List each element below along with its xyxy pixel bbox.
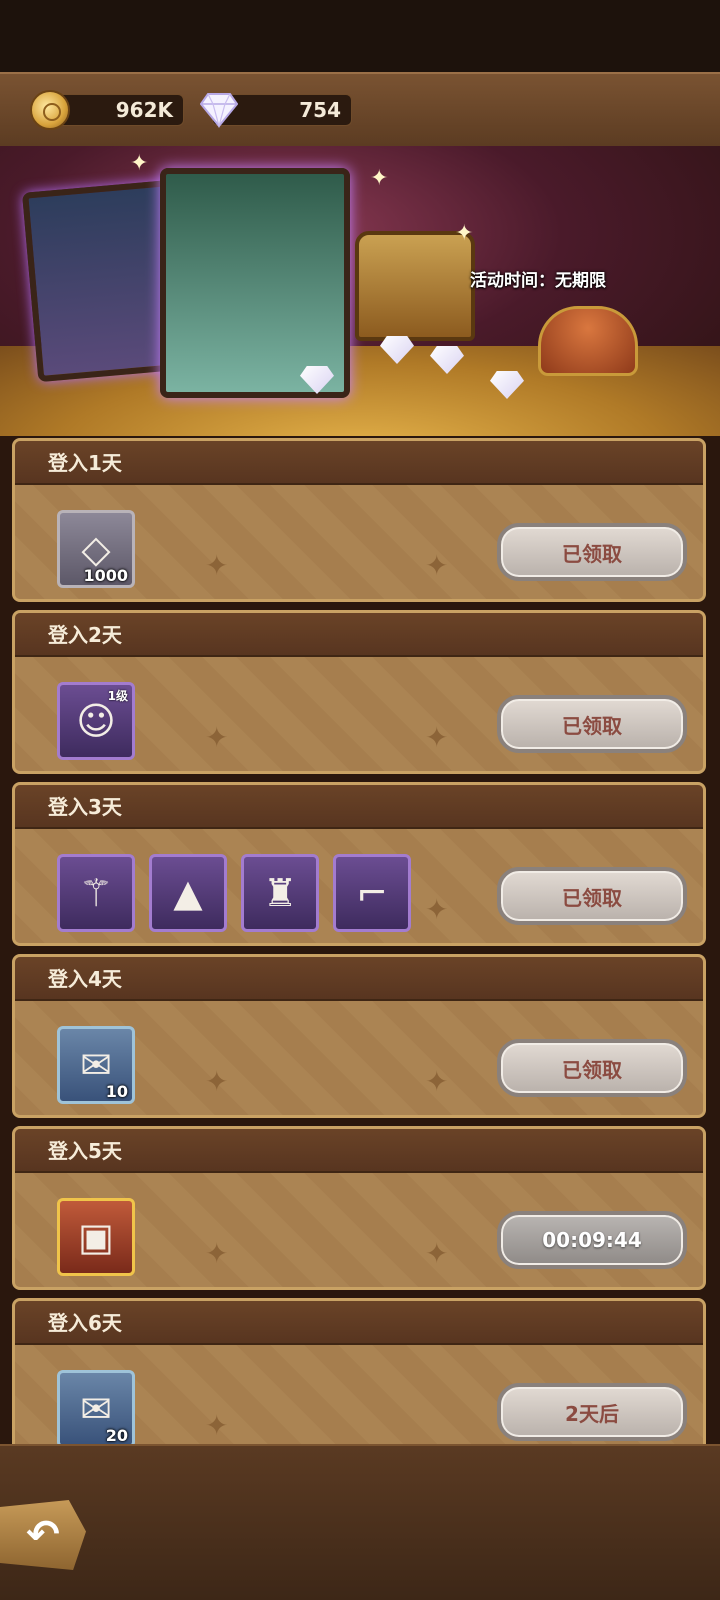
item-quantity: 20 — [105, 1426, 128, 1444]
claim-button[interactable]: 已领取 — [497, 523, 687, 581]
robe-icon: ♜ — [262, 871, 298, 915]
day-title: 登入6天 — [15, 1301, 703, 1345]
star-decoration-icon: ✦ — [425, 1237, 449, 1270]
sparkle-icon: ✦ — [370, 166, 389, 191]
treasure-chest-art — [355, 231, 475, 341]
day-body: ✦ ✦ ◇ 1000 已领取 — [15, 485, 703, 599]
day-title: 登入3天 — [15, 785, 703, 829]
reward-item-scroll[interactable]: ✉ 10 — [57, 1026, 135, 1104]
countdown-button[interactable]: 00:09:44 — [497, 1211, 687, 1269]
event-duration: 活动时间：无期限 — [470, 271, 606, 291]
reward-item-robe[interactable]: ♜ — [241, 854, 319, 932]
claim-button[interactable]: 已领取 — [497, 1039, 687, 1097]
day-body: ✦ ✦ ▣ 00:09:44 — [15, 1173, 703, 1287]
day-body: ✦ ✦ ✉ 10 已领取 — [15, 1001, 703, 1115]
day-title: 登入1天 — [15, 441, 703, 485]
claim-button[interactable]: 已领取 — [497, 867, 687, 925]
reward-item-chest[interactable]: ▣ — [57, 1198, 135, 1276]
day-title: 登入4天 — [15, 957, 703, 1001]
coin-amount: 962K — [115, 98, 173, 122]
coin-icon — [30, 90, 70, 130]
day-title: 登入5天 — [15, 1129, 703, 1173]
day-body: ✦ ✦ ☺ 1级 已领取 — [15, 657, 703, 771]
star-decoration-icon: ✦ — [425, 549, 449, 582]
staff-icon: ⚚ — [78, 871, 114, 915]
login-reward-list[interactable]: 登入1天 ✦ ✦ ◇ 1000 已领取 登入2天 ✦ ✦ ☺ 1级 已领取 登入… — [0, 438, 720, 1444]
currency-bar: 962K 754 — [0, 72, 720, 148]
treasure-chest-icon: ▣ — [78, 1215, 114, 1259]
reward-item-scroll[interactable]: ✉ 20 — [57, 1370, 135, 1444]
back-arrow-icon: ↶ — [26, 1512, 60, 1558]
star-decoration-icon: ✦ — [205, 1237, 229, 1270]
day-body: ✦ ⚚ ▲ ♜ ⌐ 已领取 — [15, 829, 703, 943]
day-reward-1: 登入1天 ✦ ✦ ◇ 1000 已领取 — [12, 438, 706, 602]
sparkle-icon: ✦ — [455, 221, 474, 246]
star-decoration-icon: ✦ — [205, 549, 229, 582]
top-status-area — [0, 0, 720, 72]
star-decoration-icon: ✦ — [425, 1065, 449, 1098]
item-quantity: 1000 — [83, 566, 128, 585]
reward-item-staff[interactable]: ⚚ — [57, 854, 135, 932]
star-decoration-icon: ✦ — [425, 893, 449, 926]
diamond-icon — [200, 93, 238, 128]
day-body: ✦ ✉ 20 2天后 — [15, 1345, 703, 1444]
bottom-bar — [0, 1444, 720, 1600]
locked-button[interactable]: 2天后 — [497, 1383, 687, 1441]
reward-item-diamonds[interactable]: ◇ 1000 — [57, 510, 135, 588]
day-reward-6: 登入6天 ✦ ✉ 20 2天后 — [12, 1298, 706, 1444]
reward-item-boots[interactable]: ⌐ — [333, 854, 411, 932]
wizard-hat-icon: ▲ — [173, 871, 203, 915]
item-quantity: 10 — [105, 1082, 128, 1101]
gem-amount: 754 — [299, 98, 341, 122]
day-reward-4: 登入4天 ✦ ✦ ✉ 10 已领取 — [12, 954, 706, 1118]
star-decoration-icon: ✦ — [425, 721, 449, 754]
reward-item-hero[interactable]: ☺ 1级 — [57, 682, 135, 760]
day-title: 登入2天 — [15, 613, 703, 657]
day-reward-5: 登入5天 ✦ ✦ ▣ 00:09:44 — [12, 1126, 706, 1290]
day-reward-2: 登入2天 ✦ ✦ ☺ 1级 已领取 — [12, 610, 706, 774]
hero-level: 1级 — [107, 689, 128, 703]
boots-icon: ⌐ — [356, 871, 388, 915]
star-decoration-icon: ✦ — [205, 721, 229, 754]
day-reward-3: 登入3天 ✦ ⚚ ▲ ♜ ⌐ 已领取 — [12, 782, 706, 946]
reward-item-hat[interactable]: ▲ — [149, 854, 227, 932]
star-decoration-icon: ✦ — [205, 1409, 229, 1442]
star-decoration-icon: ✦ — [205, 1065, 229, 1098]
event-banner: ✦ ✦ ✦ 活动时间：无期限 — [0, 146, 720, 436]
crown-art — [538, 306, 638, 376]
sparkle-icon: ✦ — [130, 151, 149, 176]
claim-button[interactable]: 已领取 — [497, 695, 687, 753]
hero-card-druid — [160, 168, 350, 398]
back-button[interactable]: ↶ — [0, 1500, 86, 1570]
